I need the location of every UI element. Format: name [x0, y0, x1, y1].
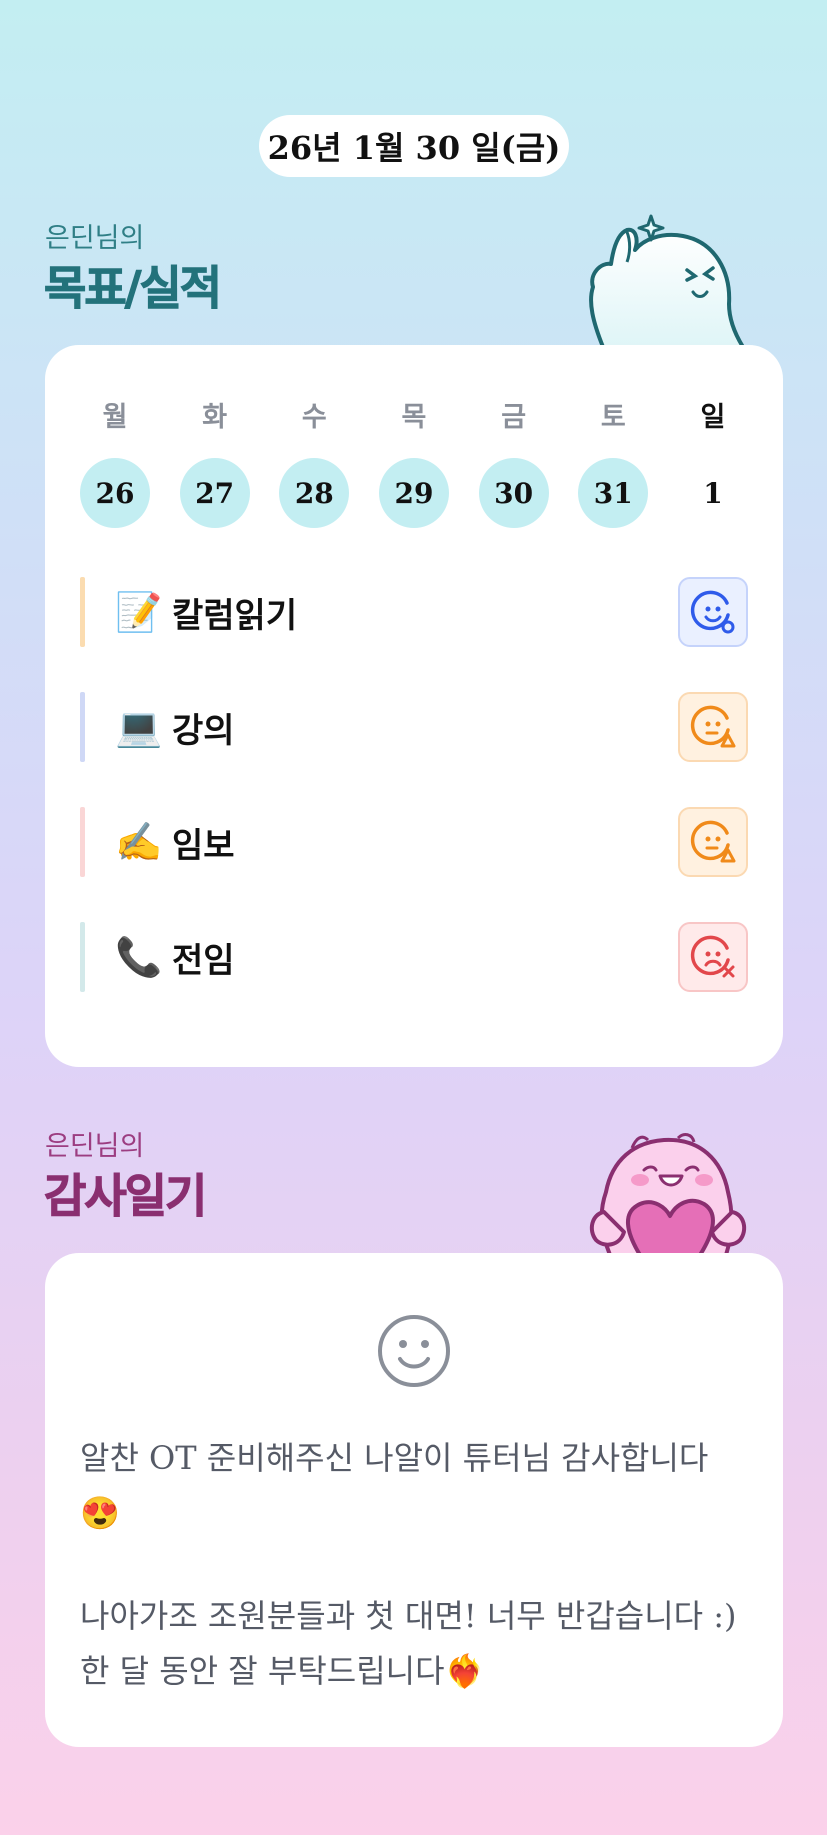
- goal-color-bar: [80, 692, 85, 762]
- day-of-week-label: 금: [501, 402, 527, 433]
- goal-label: 칼럼읽기: [172, 595, 298, 636]
- goal-row: ✍️ 임보: [80, 807, 748, 877]
- goal-row: 💻 강의: [80, 692, 748, 762]
- goal-emoji-icon: 💻: [115, 704, 163, 749]
- neutral-triangle-icon: [690, 704, 736, 750]
- day-of-week-label: 목: [401, 402, 427, 433]
- calendar-date[interactable]: 27: [179, 458, 250, 528]
- calendar-date[interactable]: 30: [478, 458, 549, 528]
- date-pill: 26년 1월 30 일(금): [259, 115, 569, 177]
- calendar-date[interactable]: 1: [678, 458, 748, 528]
- calendar-date[interactable]: 29: [378, 458, 449, 528]
- goal-label: 전임: [172, 940, 235, 981]
- thanks-paragraph-2: 나아가조 조원분들과 첫 대면! 너무 반갑습니다 :) 한 달 동안 잘 부탁…: [80, 1597, 737, 1690]
- day-of-week-label: 월: [102, 402, 128, 433]
- smile-circle-icon: [690, 589, 736, 635]
- goal-emoji-icon: 📝: [115, 589, 163, 634]
- heart-mascot-icon: [589, 1133, 747, 1255]
- calendar-date[interactable]: 31: [578, 458, 649, 528]
- thanks-title: 감사일기: [43, 1169, 207, 1224]
- goal-label: 강의: [172, 710, 235, 751]
- goal-color-bar: [80, 577, 85, 647]
- dates-row: 26 27 28 29 30 31 1: [80, 458, 748, 528]
- calendar-date[interactable]: 28: [279, 458, 350, 528]
- goals-subtitle: 은딘님의: [45, 223, 145, 254]
- neutral-triangle-icon: [690, 819, 736, 865]
- goal-color-bar: [80, 922, 85, 992]
- thanks-card: 알찬 OT 준비해주신 나알이 튜터님 감사합니다 😍 나아가조 조원분들과 첫…: [45, 1253, 783, 1747]
- week-calendar: 월 화 수 목 금 토 일 26 27 28 29 30 31 1: [80, 395, 748, 528]
- day-of-week-label: 화: [202, 402, 228, 433]
- goal-row: 📞 전임: [80, 922, 748, 992]
- goal-label: 임보: [172, 825, 235, 866]
- calendar-date[interactable]: 26: [80, 458, 150, 528]
- goal-emoji-icon: ✍️: [115, 819, 163, 864]
- goals-title: 목표/실적: [43, 261, 222, 316]
- ghost-mascot-icon: [589, 214, 745, 347]
- smiley-face-icon: [378, 1315, 450, 1387]
- goal-status-button[interactable]: [678, 692, 748, 762]
- goal-status-button[interactable]: [678, 807, 748, 877]
- goal-row: 📝 칼럼읽기: [80, 577, 748, 647]
- thanks-entry-text: 알찬 OT 준비해주신 나알이 튜터님 감사합니다 😍 나아가조 조원분들과 첫…: [80, 1431, 760, 1699]
- day-of-week-label: 수: [301, 402, 327, 433]
- day-of-week-label: 일: [700, 402, 726, 433]
- frown-x-icon: [690, 934, 736, 980]
- goal-emoji-icon: 📞: [115, 934, 163, 979]
- thanks-paragraph-1: 알찬 OT 준비해주신 나알이 튜터님 감사합니다 😍: [80, 1439, 709, 1532]
- goals-card: 월 화 수 목 금 토 일 26 27 28 29 30 31 1 📝 칼럼읽기 💻 강의 ✍️ 임보 📞 전임: [45, 345, 783, 1067]
- day-of-week-label: 토: [600, 402, 626, 433]
- thanks-subtitle: 은딘님의: [45, 1131, 145, 1162]
- goals-list: 📝 칼럼읽기 💻 강의 ✍️ 임보 📞 전임: [80, 577, 748, 1037]
- goal-color-bar: [80, 807, 85, 877]
- goal-status-button[interactable]: [678, 577, 748, 647]
- goal-status-button[interactable]: [678, 922, 748, 992]
- days-of-week-row: 월화수목금토일: [80, 395, 748, 434]
